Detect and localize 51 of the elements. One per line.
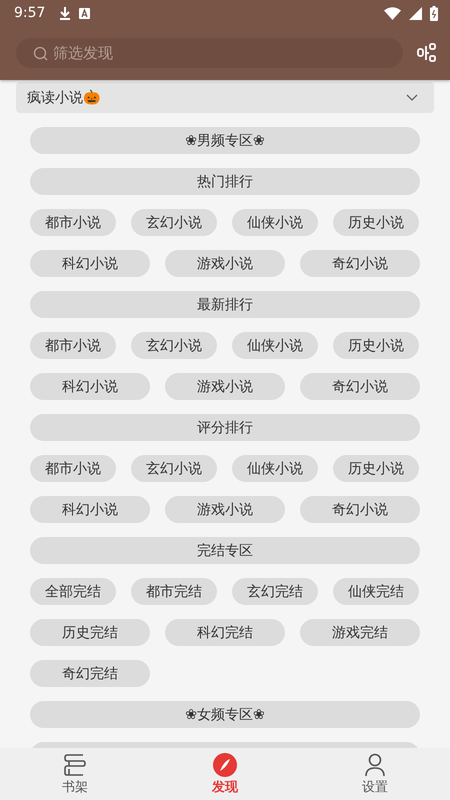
tag-button[interactable]: 最新排行 — [30, 291, 420, 318]
tag-button[interactable]: 都市小说 — [30, 455, 116, 482]
tag-button[interactable]: 奇幻小说 — [300, 250, 420, 277]
tag-button[interactable]: 都市小说 — [30, 332, 116, 359]
tag-button[interactable]: 奇幻小说 — [300, 373, 420, 400]
tag-button[interactable]: 游戏小说 — [165, 496, 285, 523]
tag-button[interactable]: 历史完结 — [30, 619, 150, 646]
notification-icon — [79, 8, 90, 18]
tag-button[interactable]: 历史小说 — [333, 209, 419, 236]
tag-button[interactable]: 仙侠小说 — [232, 209, 318, 236]
tag-button[interactable]: 科幻小说 — [30, 373, 150, 400]
tag-button[interactable]: 游戏小说 — [165, 373, 285, 400]
tag-button[interactable]: 玄幻小说 — [131, 332, 217, 359]
tag-button[interactable]: ❀女频专区❀ — [30, 701, 420, 728]
nav-tab[interactable]: 书架 — [0, 748, 150, 800]
tag-button[interactable]: 仙侠小说 — [232, 455, 318, 482]
chevron-down-icon — [406, 94, 418, 101]
tag-button[interactable]: 玄幻小说 — [131, 455, 217, 482]
person-icon — [364, 752, 386, 776]
status-time: 9:57 — [14, 5, 46, 21]
tag-button[interactable]: 评分排行 — [30, 414, 420, 441]
source-dropdown[interactable]: 疯读小说🎃 — [16, 82, 434, 113]
tag-button[interactable]: 历史小说 — [333, 455, 419, 482]
tag-button[interactable]: 仙侠完结 — [333, 578, 419, 605]
tag-button[interactable]: 全部完结 — [30, 578, 116, 605]
nav-tab[interactable]: 设置 — [300, 748, 450, 800]
nav-tab[interactable]: 发现 — [150, 748, 300, 800]
search-field[interactable]: 筛选发现 — [16, 38, 403, 68]
tag-button[interactable]: 玄幻小说 — [131, 209, 217, 236]
tag-button[interactable]: 奇幻小说 — [300, 496, 420, 523]
books-icon — [64, 752, 86, 776]
tag-button[interactable]: 历史小说 — [333, 332, 419, 359]
tag-button[interactable]: 游戏小说 — [165, 250, 285, 277]
tag-button[interactable]: 都市完结 — [131, 578, 217, 605]
signal-icon — [409, 6, 422, 20]
battery-icon — [430, 6, 438, 20]
tag-button[interactable]: 完结专区 — [30, 537, 420, 564]
group-icon[interactable] — [417, 43, 437, 63]
tag-button[interactable]: 科幻完结 — [165, 619, 285, 646]
download-icon — [59, 6, 72, 20]
tag-button[interactable]: 仙侠小说 — [232, 332, 318, 359]
tag-button[interactable]: 都市小说 — [30, 209, 116, 236]
tag-button[interactable]: 奇幻完结 — [30, 660, 150, 687]
tag-button[interactable]: 科幻小说 — [30, 250, 150, 277]
tag-button[interactable]: 游戏完结 — [300, 619, 420, 646]
tag-button[interactable]: ❀男频专区❀ — [30, 127, 420, 154]
tag-button[interactable]: 玄幻完结 — [232, 578, 318, 605]
tag-button[interactable]: 热门排行 — [30, 168, 420, 195]
wifi-icon — [384, 6, 401, 20]
tag-button[interactable]: 科幻小说 — [30, 496, 150, 523]
compass-icon — [213, 752, 237, 776]
